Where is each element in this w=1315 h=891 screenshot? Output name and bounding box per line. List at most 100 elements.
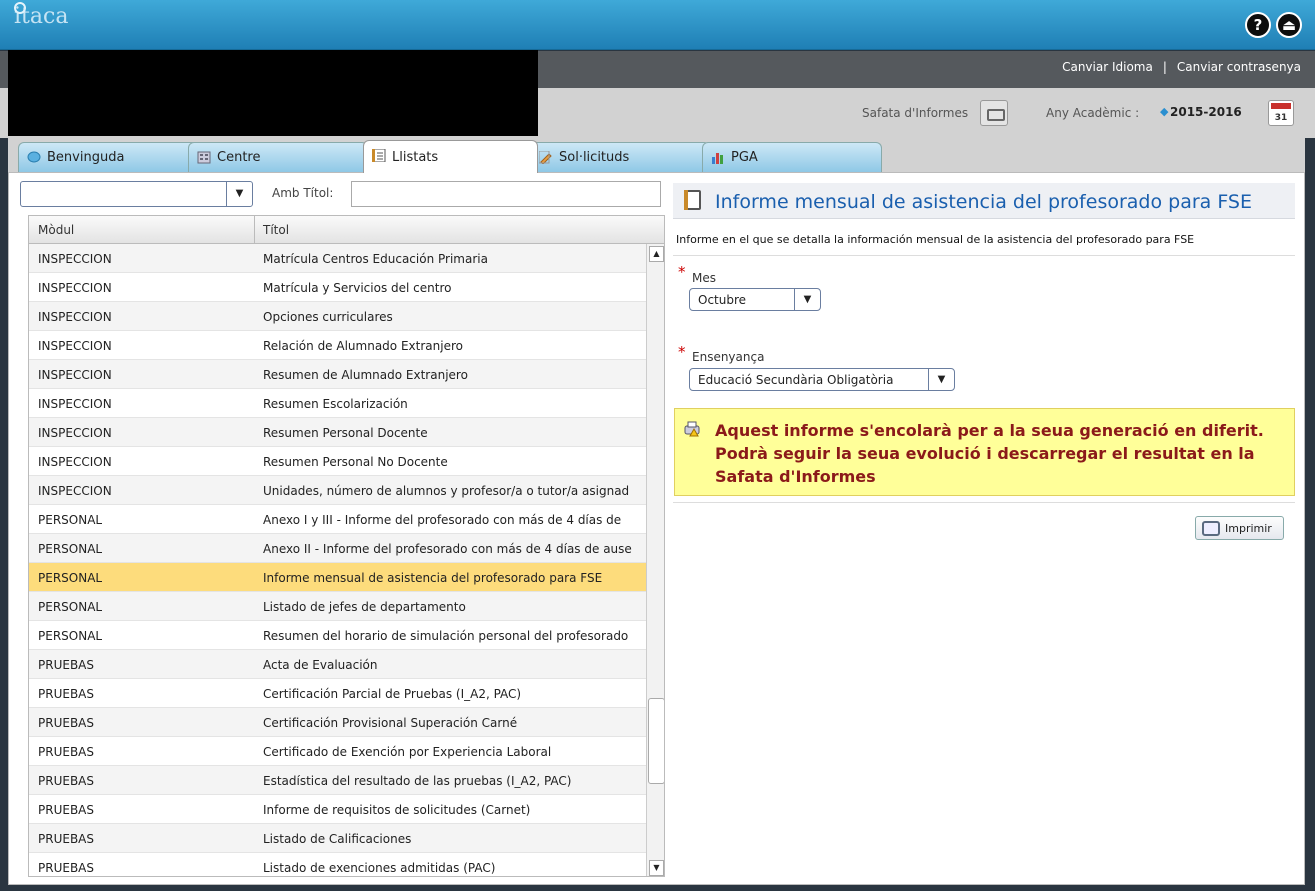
change-language-link[interactable]: Canviar Idioma <box>1062 60 1153 74</box>
cell-title: Acta de Evaluación <box>263 658 378 672</box>
table-row[interactable]: PRUEBAS Listado de exenciones admitidas (… <box>29 853 646 876</box>
ensenyanca-select[interactable]: Educació Secundària Obligatòria ▼ <box>689 368 955 391</box>
cell-title: Matrícula y Servicios del centro <box>263 281 452 295</box>
ensenyanca-value: Educació Secundària Obligatòria <box>698 373 894 387</box>
chevron-down-icon[interactable]: ▼ <box>794 289 820 310</box>
scroll-thumb[interactable] <box>648 698 664 784</box>
table-row[interactable]: INSPECCION Relación de Alumnado Extranjer… <box>29 331 646 360</box>
redacted-area <box>8 50 538 136</box>
cell-module: PERSONAL <box>38 571 103 585</box>
report-list-icon <box>684 190 701 210</box>
cell-title: Estadística del resultado de las pruebas… <box>263 774 572 788</box>
tab-sollicituds[interactable]: Sol·licituds <box>530 142 710 172</box>
required-mark: * <box>678 343 686 361</box>
scroll-down-icon[interactable]: ▼ <box>649 860 664 876</box>
cell-module: PRUEBAS <box>38 832 94 846</box>
warning-text: Aquest informe s'encolarà per a la seua … <box>715 421 1264 486</box>
report-title: Informe mensual de asistencia del profes… <box>715 191 1253 213</box>
help-icon[interactable]: ? <box>1245 12 1271 38</box>
table-row[interactable]: PRUEBAS Listado de Calificaciones <box>29 824 646 853</box>
academic-year-value[interactable]: 2015-2016 <box>1170 105 1242 119</box>
cell-module: INSPECCION <box>38 426 112 440</box>
table-row[interactable]: INSPECCION Matrícula Centros Educación Pr… <box>29 244 646 273</box>
building-icon <box>197 151 211 164</box>
table-row[interactable]: PERSONAL Informe mensual de asistencia de… <box>29 563 646 592</box>
table-row[interactable]: PRUEBAS Certificación Parcial de Pruebas … <box>29 679 646 708</box>
divider <box>673 502 1295 503</box>
table-row[interactable]: PRUEBAS Estadística del resultado de las … <box>29 766 646 795</box>
table-row[interactable]: INSPECCION Resumen Escolarización <box>29 389 646 418</box>
chevron-down-icon[interactable]: ▼ <box>928 369 954 390</box>
column-header-title[interactable]: Títol <box>263 223 289 237</box>
change-password-link[interactable]: Canviar contrasenya <box>1177 60 1301 74</box>
table-row[interactable]: PERSONAL Listado de jefes de departamento <box>29 592 646 621</box>
cell-module: INSPECCION <box>38 281 112 295</box>
mes-label: Mes <box>692 271 716 285</box>
cell-title: Anexo II - Informe del profesorado con m… <box>263 542 632 556</box>
top-header: itaca ? ⏏ <box>0 0 1315 50</box>
cell-title: Listado de Calificaciones <box>263 832 412 846</box>
table-row[interactable]: INSPECCION Matrícula y Servicios del cent… <box>29 273 646 302</box>
scroll-up-icon[interactable]: ▲ <box>649 246 664 262</box>
tab-benvinguda[interactable]: Benvinguda <box>18 142 198 172</box>
title-filter-input[interactable] <box>351 181 661 207</box>
cell-module: INSPECCION <box>38 339 112 353</box>
chevron-down-icon[interactable]: ▼ <box>226 182 252 206</box>
table-row[interactable]: INSPECCION Unidades, número de alumnos y … <box>29 476 646 505</box>
cell-module: INSPECCION <box>38 397 112 411</box>
table-row[interactable]: PRUEBAS Acta de Evaluación <box>29 650 646 679</box>
cell-module: PRUEBAS <box>38 774 94 788</box>
grid-scrollbar[interactable]: ▲ ▼ <box>646 244 664 876</box>
report-description: Informe en el que se detalla la informac… <box>676 233 1195 246</box>
academic-year-arrow-icon[interactable]: ◆ <box>1160 105 1168 118</box>
table-row[interactable]: INSPECCION Resumen de Alumnado Extranjero <box>29 360 646 389</box>
tab-label: Benvinguda <box>47 150 125 165</box>
table-row[interactable]: PRUEBAS Informe de requisitos de solicitu… <box>29 795 646 824</box>
cell-module: PRUEBAS <box>38 716 94 730</box>
print-button[interactable]: Imprimir <box>1195 516 1284 540</box>
list-icon <box>372 149 386 162</box>
calendar-icon[interactable]: 31 <box>1268 100 1294 126</box>
table-row[interactable]: INSPECCION Opciones curriculares <box>29 302 646 331</box>
cell-title: Resumen Escolarización <box>263 397 408 411</box>
app-logo: itaca <box>14 4 69 29</box>
cell-module: PRUEBAS <box>38 861 94 875</box>
table-row[interactable]: PERSONAL Anexo I y III - Informe del prof… <box>29 505 646 534</box>
cell-title: Resumen Personal Docente <box>263 426 428 440</box>
cell-title: Resumen de Alumnado Extranjero <box>263 368 468 382</box>
bar-chart-icon <box>712 153 723 164</box>
academic-year-label: Any Acadèmic : <box>1046 106 1140 120</box>
tab-pga[interactable]: PGA <box>702 142 882 172</box>
print-tray-icon[interactable] <box>980 100 1008 126</box>
pencil-icon <box>539 151 552 164</box>
module-filter-select[interactable]: ▼ <box>20 181 253 207</box>
cell-module: PRUEBAS <box>38 687 94 701</box>
cell-title: Listado de jefes de departamento <box>263 600 466 614</box>
mes-value: Octubre <box>698 293 747 307</box>
table-row[interactable]: PRUEBAS Certificación Provisional Superac… <box>29 708 646 737</box>
table-row[interactable]: PERSONAL Anexo II - Informe del profesora… <box>29 534 646 563</box>
tab-centre[interactable]: Centre <box>188 142 368 172</box>
cell-title: Informe mensual de asistencia del profes… <box>263 571 603 585</box>
cell-module: PRUEBAS <box>38 745 94 759</box>
cell-title: Certificado de Exención por Experiencia … <box>263 745 552 759</box>
table-row[interactable]: INSPECCION Resumen Personal No Docente <box>29 447 646 476</box>
column-divider[interactable] <box>254 216 255 244</box>
printer-icon <box>1202 521 1220 536</box>
column-header-module[interactable]: Mòdul <box>38 223 74 237</box>
cell-title: Resumen del horario de simulación person… <box>263 629 629 643</box>
cell-title: Certificación Parcial de Pruebas (I_A2, … <box>263 687 522 701</box>
mes-select[interactable]: Octubre ▼ <box>689 288 821 311</box>
table-row[interactable]: PERSONAL Resumen del horario de simulació… <box>29 621 646 650</box>
cell-module: PRUEBAS <box>38 803 94 817</box>
warning-printer-icon <box>684 421 700 437</box>
table-row[interactable]: PRUEBAS Certificado de Exención por Exper… <box>29 737 646 766</box>
cell-module: INSPECCION <box>38 252 112 266</box>
tab-llistats[interactable]: Llistats <box>363 140 538 173</box>
cell-module: INSPECCION <box>38 368 112 382</box>
exit-icon[interactable]: ⏏ <box>1276 12 1302 38</box>
report-list-grid: Mòdul Títol INSPECCION Matrícula Centros … <box>28 215 665 877</box>
cell-title: Matrícula Centros Educación Primaria <box>263 252 488 266</box>
table-row[interactable]: INSPECCION Resumen Personal Docente <box>29 418 646 447</box>
links-separator: | <box>1162 60 1167 74</box>
